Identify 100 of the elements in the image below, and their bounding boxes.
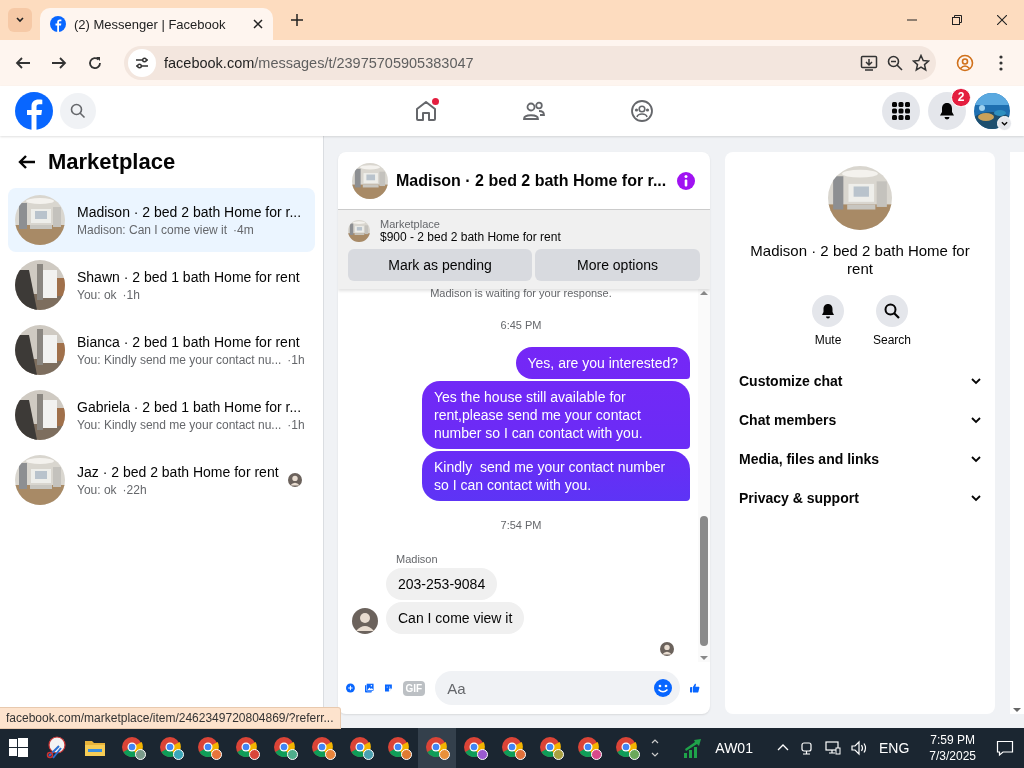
site-settings-icon	[134, 55, 150, 71]
menu-icon[interactable]	[999, 55, 1003, 71]
scroll-arrows-icon	[651, 737, 660, 759]
message-field[interactable]: Aa	[435, 671, 681, 705]
conversation-item[interactable]: Madison · 2 bed 2 bath Home for r... Madison: Can I come view it ·4m	[8, 188, 315, 252]
sent-message: Kindly send me your contact number so I can contact with you.	[422, 451, 690, 501]
language-indicator[interactable]: ENG	[878, 740, 910, 756]
home-icon[interactable]	[414, 99, 438, 123]
message-preview: You: Kindly send me your contact nu...	[77, 417, 282, 432]
message-preview: You: Kindly send me your contact nu...	[77, 352, 282, 367]
action-button[interactable]	[876, 295, 908, 327]
message-time: ·4m	[233, 222, 254, 237]
search-icon	[884, 303, 900, 319]
sent-message: Yes the house still available for rent,please send me your contact number so I can contact with you.	[422, 381, 690, 449]
facebook-logo-icon[interactable]	[14, 91, 54, 131]
bell-icon	[820, 303, 836, 319]
conversation-item[interactable]: Jaz · 2 bed 2 bath Home for rent You: ok ·22h	[8, 448, 315, 512]
conversation-item[interactable]: Shawn · 2 bed 1 bath Home for rent You: ok ·1h	[8, 253, 315, 317]
seen-avatar-icon	[660, 642, 674, 656]
browser-tab[interactable]: (2) Messenger | Facebook	[40, 8, 273, 40]
tab-search-button[interactable]	[8, 8, 32, 32]
message-preview: You: ok	[77, 287, 117, 302]
grid-icon	[892, 102, 910, 120]
bell-icon	[938, 102, 956, 120]
profile-icon[interactable]	[956, 54, 974, 72]
scroll-down-icon	[700, 654, 708, 662]
message-preview: You: ok	[77, 482, 117, 497]
reload-icon[interactable]	[87, 55, 103, 71]
scrollbar[interactable]	[698, 289, 710, 662]
sent-message: Yes, are you interested?	[515, 347, 690, 379]
conversation-title: Shawn · 2 bed 1 bath Home for rent	[77, 268, 301, 285]
clock-date[interactable]: 7/3/2025	[929, 748, 976, 764]
listing-action-button[interactable]: Mark as pending	[348, 249, 532, 281]
back-arrow-icon[interactable]	[15, 55, 31, 71]
groups-icon[interactable]	[630, 99, 654, 123]
search-button[interactable]	[60, 93, 96, 129]
camera-icon[interactable]	[798, 740, 815, 756]
conversation-title: Madison · 2 bed 2 bath Home for r...	[77, 203, 303, 220]
listing-label: Marketplace	[380, 218, 441, 230]
action-label: Search	[873, 333, 911, 347]
scrollbar-thumb[interactable]	[700, 516, 708, 646]
action-button[interactable]	[812, 295, 844, 327]
section-header[interactable]: Customize chat	[733, 361, 987, 400]
chevron-down-icon[interactable]	[1001, 120, 1008, 127]
emoji-icon[interactable]	[654, 679, 673, 697]
status-notice: Madison is waiting for your response.	[429, 289, 613, 299]
scroll-down-icon	[1013, 706, 1021, 714]
message-preview: Madison: Can I come view it	[77, 222, 228, 237]
taskbar-button[interactable]	[418, 728, 456, 768]
listing-title: $900 - 2 bed 2 bath Home for rent	[380, 230, 561, 244]
install-icon[interactable]	[860, 54, 878, 72]
message-time: ·1h	[122, 287, 140, 302]
plus-icon[interactable]	[291, 14, 303, 26]
windows-icon	[7, 736, 31, 760]
received-message: Can I come view it	[386, 602, 525, 634]
chevron-down-icon	[15, 15, 25, 25]
menu-button[interactable]	[882, 92, 920, 130]
url-path: /messages/t/23975705905383047	[254, 55, 474, 71]
notifications-button[interactable]	[928, 92, 966, 130]
sidebar-title: Marketplace	[48, 149, 176, 175]
section-header[interactable]: Media, files and links	[733, 439, 987, 478]
url-domain: facebook.com	[164, 55, 255, 71]
back-arrow-icon[interactable]	[18, 153, 36, 171]
info-icon[interactable]	[676, 170, 696, 191]
message-time: ·1h	[287, 352, 305, 367]
speaker-icon[interactable]	[850, 740, 869, 756]
tab-title: (2) Messenger | Facebook	[74, 16, 227, 32]
details-title: Madison · 2 bed 2 bath Home for rent	[749, 242, 971, 278]
scissors-icon	[45, 736, 69, 760]
status-url: facebook.com/marketplace/item/2462349720804869/?referr...	[0, 707, 341, 729]
facebook-icon	[50, 16, 66, 32]
chat-title: Madison · 2 bed 2 bath Home for r...	[396, 171, 668, 190]
restore-icon[interactable]	[951, 15, 962, 25]
timestamp: 6:45 PM	[499, 319, 543, 331]
action-label: Mute	[814, 333, 842, 347]
notification-icon[interactable]	[996, 739, 1014, 757]
section-header[interactable]: Chat members	[733, 400, 987, 439]
conversation-item[interactable]: Gabriela · 2 bed 1 bath Home for r... You: Kindly send me your contact nu... ·1h	[8, 383, 315, 447]
clock-time[interactable]: 7:59 PM	[930, 732, 975, 748]
forward-arrow-icon[interactable]	[51, 55, 67, 71]
notification-count: 2	[951, 88, 971, 107]
timestamp: 7:54 PM	[499, 519, 543, 531]
conversation-item[interactable]: Bianca · 2 bed 1 bath Home for rent You: Kindly send me your contact nu... ·1h	[8, 318, 315, 382]
star-icon[interactable]	[912, 54, 930, 72]
zoom-out-icon[interactable]	[886, 54, 904, 72]
close-icon[interactable]	[253, 19, 263, 29]
message-time: ·22h	[122, 482, 147, 497]
search-icon	[70, 103, 86, 119]
network-icon[interactable]	[824, 740, 841, 756]
friends-icon[interactable]	[522, 99, 546, 123]
conversation-title: Gabriela · 2 bed 1 bath Home for r...	[77, 398, 303, 415]
section-header[interactable]: Privacy & support	[733, 478, 987, 517]
close-icon[interactable]	[996, 15, 1007, 25]
listing-action-button[interactable]: More options	[535, 249, 700, 281]
message-time: ·1h	[287, 417, 305, 432]
conversation-title: Bianca · 2 bed 1 bath Home for rent	[77, 333, 301, 350]
address-bar[interactable]: facebook.com/messages/t/23975705905383047	[124, 46, 936, 80]
sender-name: Madison	[396, 553, 439, 565]
received-message: 203-253-9084	[386, 568, 498, 600]
widget-label: AW01	[715, 740, 753, 756]
